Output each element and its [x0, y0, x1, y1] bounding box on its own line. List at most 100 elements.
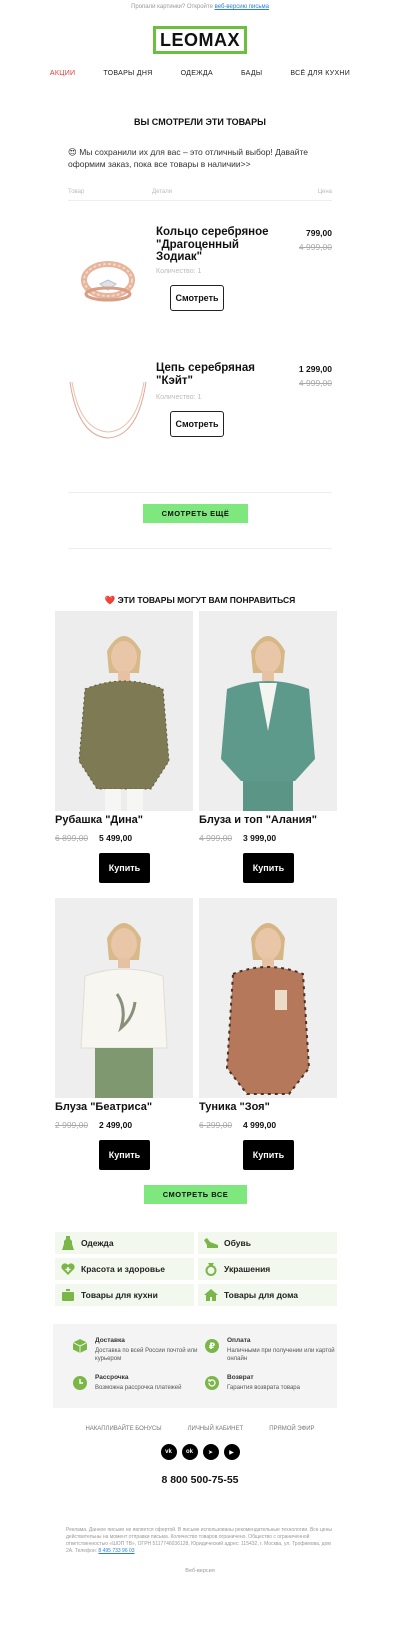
footer-link-account[interactable]: ЛИЧНЫЙ КАБИНЕТ — [188, 1426, 244, 1432]
product-name[interactable]: Рубашка "Дина" — [55, 814, 205, 826]
product-price: 5 499,00 — [99, 833, 133, 843]
product-old-price: 6 299,00 — [199, 1120, 233, 1130]
category-shoes[interactable]: Обувь — [198, 1232, 337, 1254]
benefit-title: Доставка — [95, 1337, 125, 1344]
product-quantity: Количество: 1 — [156, 394, 202, 401]
product-name[interactable]: Блуза и топ "Алания" — [199, 814, 349, 826]
product-name[interactable]: Цепь серебряная "Кэйт" — [156, 362, 276, 387]
telegram-icon[interactable]: ➤ — [202, 1444, 219, 1460]
nav-item-clothing[interactable]: ОДЕЖДА — [167, 70, 227, 77]
see-all-button[interactable]: СМОТРЕТЬ ВСЕ — [144, 1185, 247, 1204]
ok-icon[interactable]: ok — [181, 1444, 198, 1460]
footer-links: НАКАПЛИВАЙТЕ БОНУСЫ ЛИЧНЫЙ КАБИНЕТ ПРЯМО… — [0, 1426, 400, 1432]
category-label: Красота и здоровье — [81, 1264, 166, 1274]
see-more-button[interactable]: СМОТРЕТЬ ЕЩЁ — [143, 504, 248, 523]
divider — [68, 200, 332, 201]
model-figure — [199, 898, 337, 1098]
category-clothing[interactable]: Одежда — [55, 1232, 194, 1254]
product-photo[interactable] — [199, 898, 337, 1098]
ring-icon — [198, 1262, 224, 1276]
product-name[interactable]: Кольцо серебряное "Драгоценный Зодиак" — [156, 226, 276, 264]
product-photo[interactable] — [55, 611, 193, 811]
ring-illustration — [81, 260, 135, 301]
heart-plus-icon — [55, 1263, 81, 1275]
divider — [68, 548, 332, 549]
footer-link-live[interactable]: ПРЯМОЙ ЭФИР — [269, 1426, 314, 1432]
nav-item-supplements[interactable]: БАДЫ — [227, 70, 276, 77]
pot-icon — [55, 1289, 81, 1301]
product-old-price: 6 899,00 — [55, 833, 89, 843]
clock-icon — [73, 1376, 87, 1390]
product-price: 3 999,00 — [243, 833, 277, 843]
footer-link-bonus[interactable]: НАКАПЛИВАЙТЕ БОНУСЫ — [85, 1426, 161, 1432]
nav-item-kitchen[interactable]: ВСЁ ДЛЯ КУХНИ — [276, 70, 364, 77]
legal-phone-link[interactable]: 8 495 733 96 03 — [98, 1548, 134, 1554]
buy-button[interactable]: Купить — [243, 1140, 294, 1170]
category-label: Украшения — [224, 1264, 271, 1274]
chain-image[interactable] — [68, 364, 148, 454]
product-old-price: 4 999,00 — [199, 833, 233, 843]
vk-icon[interactable]: vk — [160, 1444, 177, 1460]
divider — [68, 492, 332, 493]
email-page: Пропали картинки? Откройте веб-версию пи… — [0, 0, 400, 1639]
buy-button[interactable]: Купить — [99, 1140, 150, 1170]
buy-button[interactable]: Купить — [99, 853, 150, 883]
product-photo[interactable] — [55, 898, 193, 1098]
benefits-block: Доставка Доставка по всей России почтой … — [53, 1324, 337, 1408]
product-name[interactable]: Блуза "Беатриса" — [55, 1101, 205, 1113]
recommend-card: Блуза и топ "Алания" 4 999,00 3 999,00 К… — [199, 611, 337, 886]
ruble-icon: ₽ — [205, 1339, 219, 1353]
shoe-icon — [198, 1238, 224, 1248]
dress-icon — [55, 1236, 81, 1250]
svg-text:₽: ₽ — [209, 1342, 215, 1352]
category-jewelry[interactable]: Украшения — [198, 1258, 337, 1280]
nav-item-deals[interactable]: ТОВАРЫ ДНЯ — [89, 70, 166, 77]
chain-illustration — [69, 381, 147, 439]
viewed-title: ВЫ СМОТРЕЛИ ЭТИ ТОВАРЫ — [134, 117, 266, 127]
category-beauty[interactable]: Красота и здоровье — [55, 1258, 194, 1280]
view-button[interactable]: Смотреть — [170, 411, 224, 437]
preheader-text: Пропали картинки? Откройте — [131, 4, 215, 10]
product-price: 4 999,00 — [243, 1120, 277, 1130]
product-quantity: Количество: 1 — [156, 268, 202, 275]
product-old-price: 4 999,00 — [298, 242, 332, 252]
phone-number[interactable]: 8 800 500-75-55 — [0, 1474, 400, 1486]
product-price: 1 299,00 — [298, 364, 332, 374]
category-label: Товары для кухни — [81, 1290, 158, 1300]
column-price: Цена — [317, 189, 332, 195]
benefit-payment: ₽ Оплата Наличными при получении или кар… — [205, 1337, 335, 1367]
house-icon — [198, 1289, 224, 1301]
model-figure — [199, 611, 337, 811]
category-home[interactable]: Товары для дома — [198, 1284, 337, 1306]
logo[interactable]: LEOMAX — [153, 26, 247, 54]
viewed-intro: 😍 Мы сохранили их для вас – это отличный… — [68, 147, 308, 169]
buy-button[interactable]: Купить — [243, 853, 294, 883]
category-label: Обувь — [224, 1238, 251, 1248]
web-version-link[interactable]: веб-версию письма — [215, 4, 269, 10]
youtube-icon[interactable]: ▶ — [223, 1444, 240, 1460]
model-figure — [55, 898, 193, 1098]
category-label: Товары для дома — [224, 1290, 298, 1300]
category-kitchen[interactable]: Товары для кухни — [55, 1284, 194, 1306]
product-name[interactable]: Туника "Зоя" — [199, 1101, 349, 1113]
viewed-product-ring: Кольцо серебряное "Драгоценный Зодиак" 7… — [68, 226, 332, 336]
product-price: 2 499,00 — [99, 1120, 133, 1130]
recommend-card: Рубашка "Дина" 6 899,00 5 499,00 Купить — [55, 611, 193, 886]
column-details: Детали — [152, 189, 173, 195]
web-version-footer-link[interactable]: Веб-версия — [0, 1568, 400, 1574]
product-price: 799,00 — [306, 228, 332, 238]
nav-item-sales[interactable]: АКЦИИ — [36, 70, 90, 77]
recommend-card: Блуза "Беатриса" 2 999,00 2 499,00 Купит… — [55, 898, 193, 1173]
benefit-description: Возможна рассрочка платежей — [95, 1385, 182, 1391]
benefit-title: Оплата — [227, 1337, 251, 1344]
ring-image[interactable] — [68, 236, 148, 326]
legal-text: Реклама. Данное письмо не является оферт… — [66, 1527, 334, 1555]
view-button[interactable]: Смотреть — [170, 285, 224, 311]
benefit-description: Наличными при получении или картой онлай… — [227, 1348, 335, 1362]
benefit-installment: Рассрочка Возможна рассрочка платежей — [73, 1374, 203, 1404]
social-links: vk ok ➤ ▶ — [0, 1444, 400, 1460]
product-photo[interactable] — [199, 611, 337, 811]
product-old-price: 2 999,00 — [55, 1120, 89, 1130]
benefit-return: Возврат Гарантия возврата товара — [205, 1374, 335, 1404]
column-product: Товар — [68, 189, 85, 195]
